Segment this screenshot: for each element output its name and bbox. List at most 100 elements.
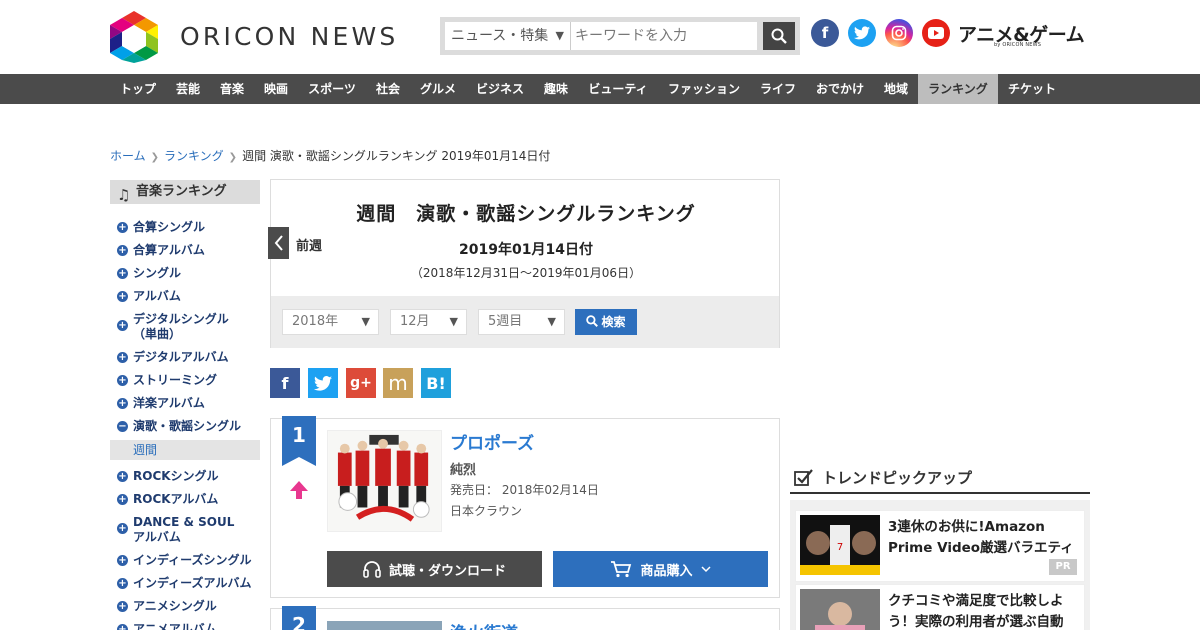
breadcrumb-ranking[interactable]: ランキング <box>164 149 224 163</box>
page-title: 週間 演歌・歌謡シングルランキング <box>356 203 696 225</box>
nav-item-ranking[interactable]: ランキング <box>918 74 998 104</box>
search-icon <box>771 28 787 44</box>
nav-item-entertainment[interactable]: 芸能 <box>166 74 210 104</box>
plus-circle-icon: + <box>117 352 128 363</box>
sidebar-item-album[interactable]: + アルバム <box>110 289 260 304</box>
sidebar-heading-label: 音楽ランキング <box>136 184 227 199</box>
week-select[interactable]: 5週目 ▼ <box>478 309 565 335</box>
plus-circle-icon: + <box>117 291 128 302</box>
nav-item-hobby[interactable]: 趣味 <box>534 74 578 104</box>
album-jacket-image[interactable] <box>327 430 442 532</box>
nav-item-sports[interactable]: スポーツ <box>298 74 366 104</box>
nav-item-gourmet[interactable]: グルメ <box>410 74 466 104</box>
nav-item-movie[interactable]: 映画 <box>254 74 298 104</box>
search-category-label: ニュース・特集 <box>451 28 549 44</box>
artist-name: 純烈 <box>450 463 477 478</box>
share-facebook-button[interactable]: f <box>270 368 300 398</box>
release-date: 発売日： 2018年02月14日 <box>450 483 599 497</box>
main-nav: トップ 芸能 音楽 映画 スポーツ 社会 グルメ ビジネス 趣味 ビューティ フ… <box>0 74 1200 104</box>
sidebar-item-label: アニメアルバム <box>133 622 217 630</box>
share-twitter-button[interactable] <box>308 368 338 398</box>
caret-down-icon: ▼ <box>361 315 370 328</box>
nav-item-outing[interactable]: おでかけ <box>806 74 874 104</box>
song-title-link[interactable]: 漁火街道 <box>450 619 518 630</box>
ranking-range: （2018年12月31日～2019年01月06日） <box>410 266 642 280</box>
listen-download-button[interactable]: 試聴・ダウンロード <box>327 551 542 587</box>
caret-down-icon: ▼ <box>449 315 458 328</box>
sidebar-item-rock-single[interactable]: + ROCKシングル <box>110 469 260 484</box>
sidebar-item-rock-album[interactable]: + ROCKアルバム <box>110 492 260 507</box>
share-mixi-button[interactable]: m <box>383 368 413 398</box>
twitter-icon[interactable] <box>848 19 876 47</box>
music-note-icon: ♫ <box>117 186 131 204</box>
rank-badge: 2 <box>282 606 316 630</box>
nav-item-ticket[interactable]: チケット <box>998 74 1066 104</box>
plus-circle-icon: + <box>117 222 128 233</box>
sidebar-item-combined-album[interactable]: + 合算アルバム <box>110 243 260 258</box>
sidebar-item-label: アニメシングル <box>133 599 217 613</box>
sidebar-item-dance-soul-album[interactable]: + DANCE & SOUL アルバム <box>110 515 260 545</box>
search-input[interactable] <box>571 22 757 50</box>
chevron-right-icon: ❯ <box>150 152 160 163</box>
share-hatena-button[interactable]: B! <box>421 368 451 398</box>
year-select-value: 2018年 <box>292 314 339 329</box>
nav-item-music[interactable]: 音楽 <box>210 74 254 104</box>
sidebar-item-digital-album[interactable]: + デジタルアルバム <box>110 350 260 365</box>
nav-item-business[interactable]: ビジネス <box>466 74 534 104</box>
nav-item-fashion[interactable]: ファッション <box>658 74 750 104</box>
trend-card-title: クチコミや満足度で比較しよう！実際の利用者が選ぶ自動 <box>888 593 1064 630</box>
sidebar-item-label: 合算シングル <box>133 220 206 234</box>
trend-card[interactable]: クチコミや満足度で比較しよう！実際の利用者が選ぶ自動 <box>795 584 1085 630</box>
sidebar-item-label: アルバム <box>133 289 181 303</box>
oricon-logo-icon[interactable] <box>110 11 158 63</box>
cart-icon <box>611 561 632 578</box>
youtube-icon[interactable] <box>922 19 950 47</box>
minus-circle-icon: − <box>117 421 128 432</box>
checkbox-check-icon <box>794 469 813 486</box>
search-category-select[interactable]: ニュース・特集 ▼ <box>445 22 571 50</box>
filter-search-button[interactable]: 検索 <box>575 309 637 335</box>
trend-card[interactable]: 7 3連休のお供に!Amazon Prime Video厳選バラエティ PR <box>795 510 1085 582</box>
sidebar-item-combined-single[interactable]: + 合算シングル <box>110 220 260 235</box>
ranking-header-panel: 週間 演歌・歌謡シングルランキング 前週 2019年01月14日付 （2018年… <box>268 179 780 348</box>
month-select[interactable]: 12月 ▼ <box>390 309 467 335</box>
nav-item-top[interactable]: トップ <box>110 74 166 104</box>
sidebar-item-anime-single[interactable]: + アニメシングル <box>110 599 260 614</box>
sidebar-item-label: 洋楽アルバム <box>133 396 205 410</box>
caret-down-icon: ▼ <box>555 29 564 42</box>
site-header: ORICON NEWS ニュース・特集 ▼ f アニメ&ゲーム by ORICO… <box>0 0 1200 74</box>
sidebar-item-single[interactable]: + シングル <box>110 266 260 281</box>
site-logo-text[interactable]: ORICON NEWS <box>180 22 399 51</box>
sidebar-item-indies-single[interactable]: + インディーズシングル <box>110 553 260 568</box>
nav-item-society[interactable]: 社会 <box>366 74 410 104</box>
search-button[interactable] <box>763 22 795 50</box>
album-jacket-image[interactable] <box>327 621 442 630</box>
facebook-icon[interactable]: f <box>811 19 839 47</box>
sidebar-subitem-weekly[interactable]: 週間 <box>110 440 260 460</box>
sidebar-item-label: インディーズシングル <box>133 553 252 567</box>
plus-circle-icon: + <box>117 398 128 409</box>
plus-circle-icon: + <box>117 624 128 630</box>
sidebar-item-indies-album[interactable]: + インディーズアルバム <box>110 576 260 591</box>
buy-product-label: 商品購入 <box>640 563 693 579</box>
sidebar-item-digital-single[interactable]: + デジタルシングル （単曲） <box>110 312 260 342</box>
sidebar-item-label: デジタルシングル （単曲） <box>133 312 229 341</box>
nav-item-beauty[interactable]: ビューティ <box>578 74 658 104</box>
sidebar-item-anime-album[interactable]: + アニメアルバム <box>110 622 260 630</box>
search-bar: ニュース・特集 ▼ <box>440 17 800 55</box>
nav-item-region[interactable]: 地域 <box>874 74 918 104</box>
sidebar-item-western-album[interactable]: + 洋楽アルバム <box>110 396 260 411</box>
year-select[interactable]: 2018年 ▼ <box>282 309 379 335</box>
plus-circle-icon: + <box>117 578 128 589</box>
nav-item-life[interactable]: ライフ <box>750 74 806 104</box>
sidebar-item-streaming[interactable]: + ストリーミング <box>110 373 260 388</box>
sidebar-item-enka-single[interactable]: − 演歌・歌謡シングル <box>110 419 260 434</box>
chevron-right-icon: ❯ <box>228 152 238 163</box>
buy-product-button[interactable]: 商品購入 <box>553 551 768 587</box>
breadcrumb-home[interactable]: ホーム <box>110 149 146 163</box>
breadcrumb-current: 週間 演歌・歌謡シングルランキング 2019年01月14日付 <box>242 149 551 163</box>
song-title-link[interactable]: プロポーズ <box>450 429 534 454</box>
instagram-icon[interactable] <box>885 19 913 47</box>
trend-card-title: 3連休のお供に!Amazon Prime Video厳選バラエティ <box>888 519 1074 556</box>
share-google-plus-button[interactable]: g+ <box>346 368 376 398</box>
